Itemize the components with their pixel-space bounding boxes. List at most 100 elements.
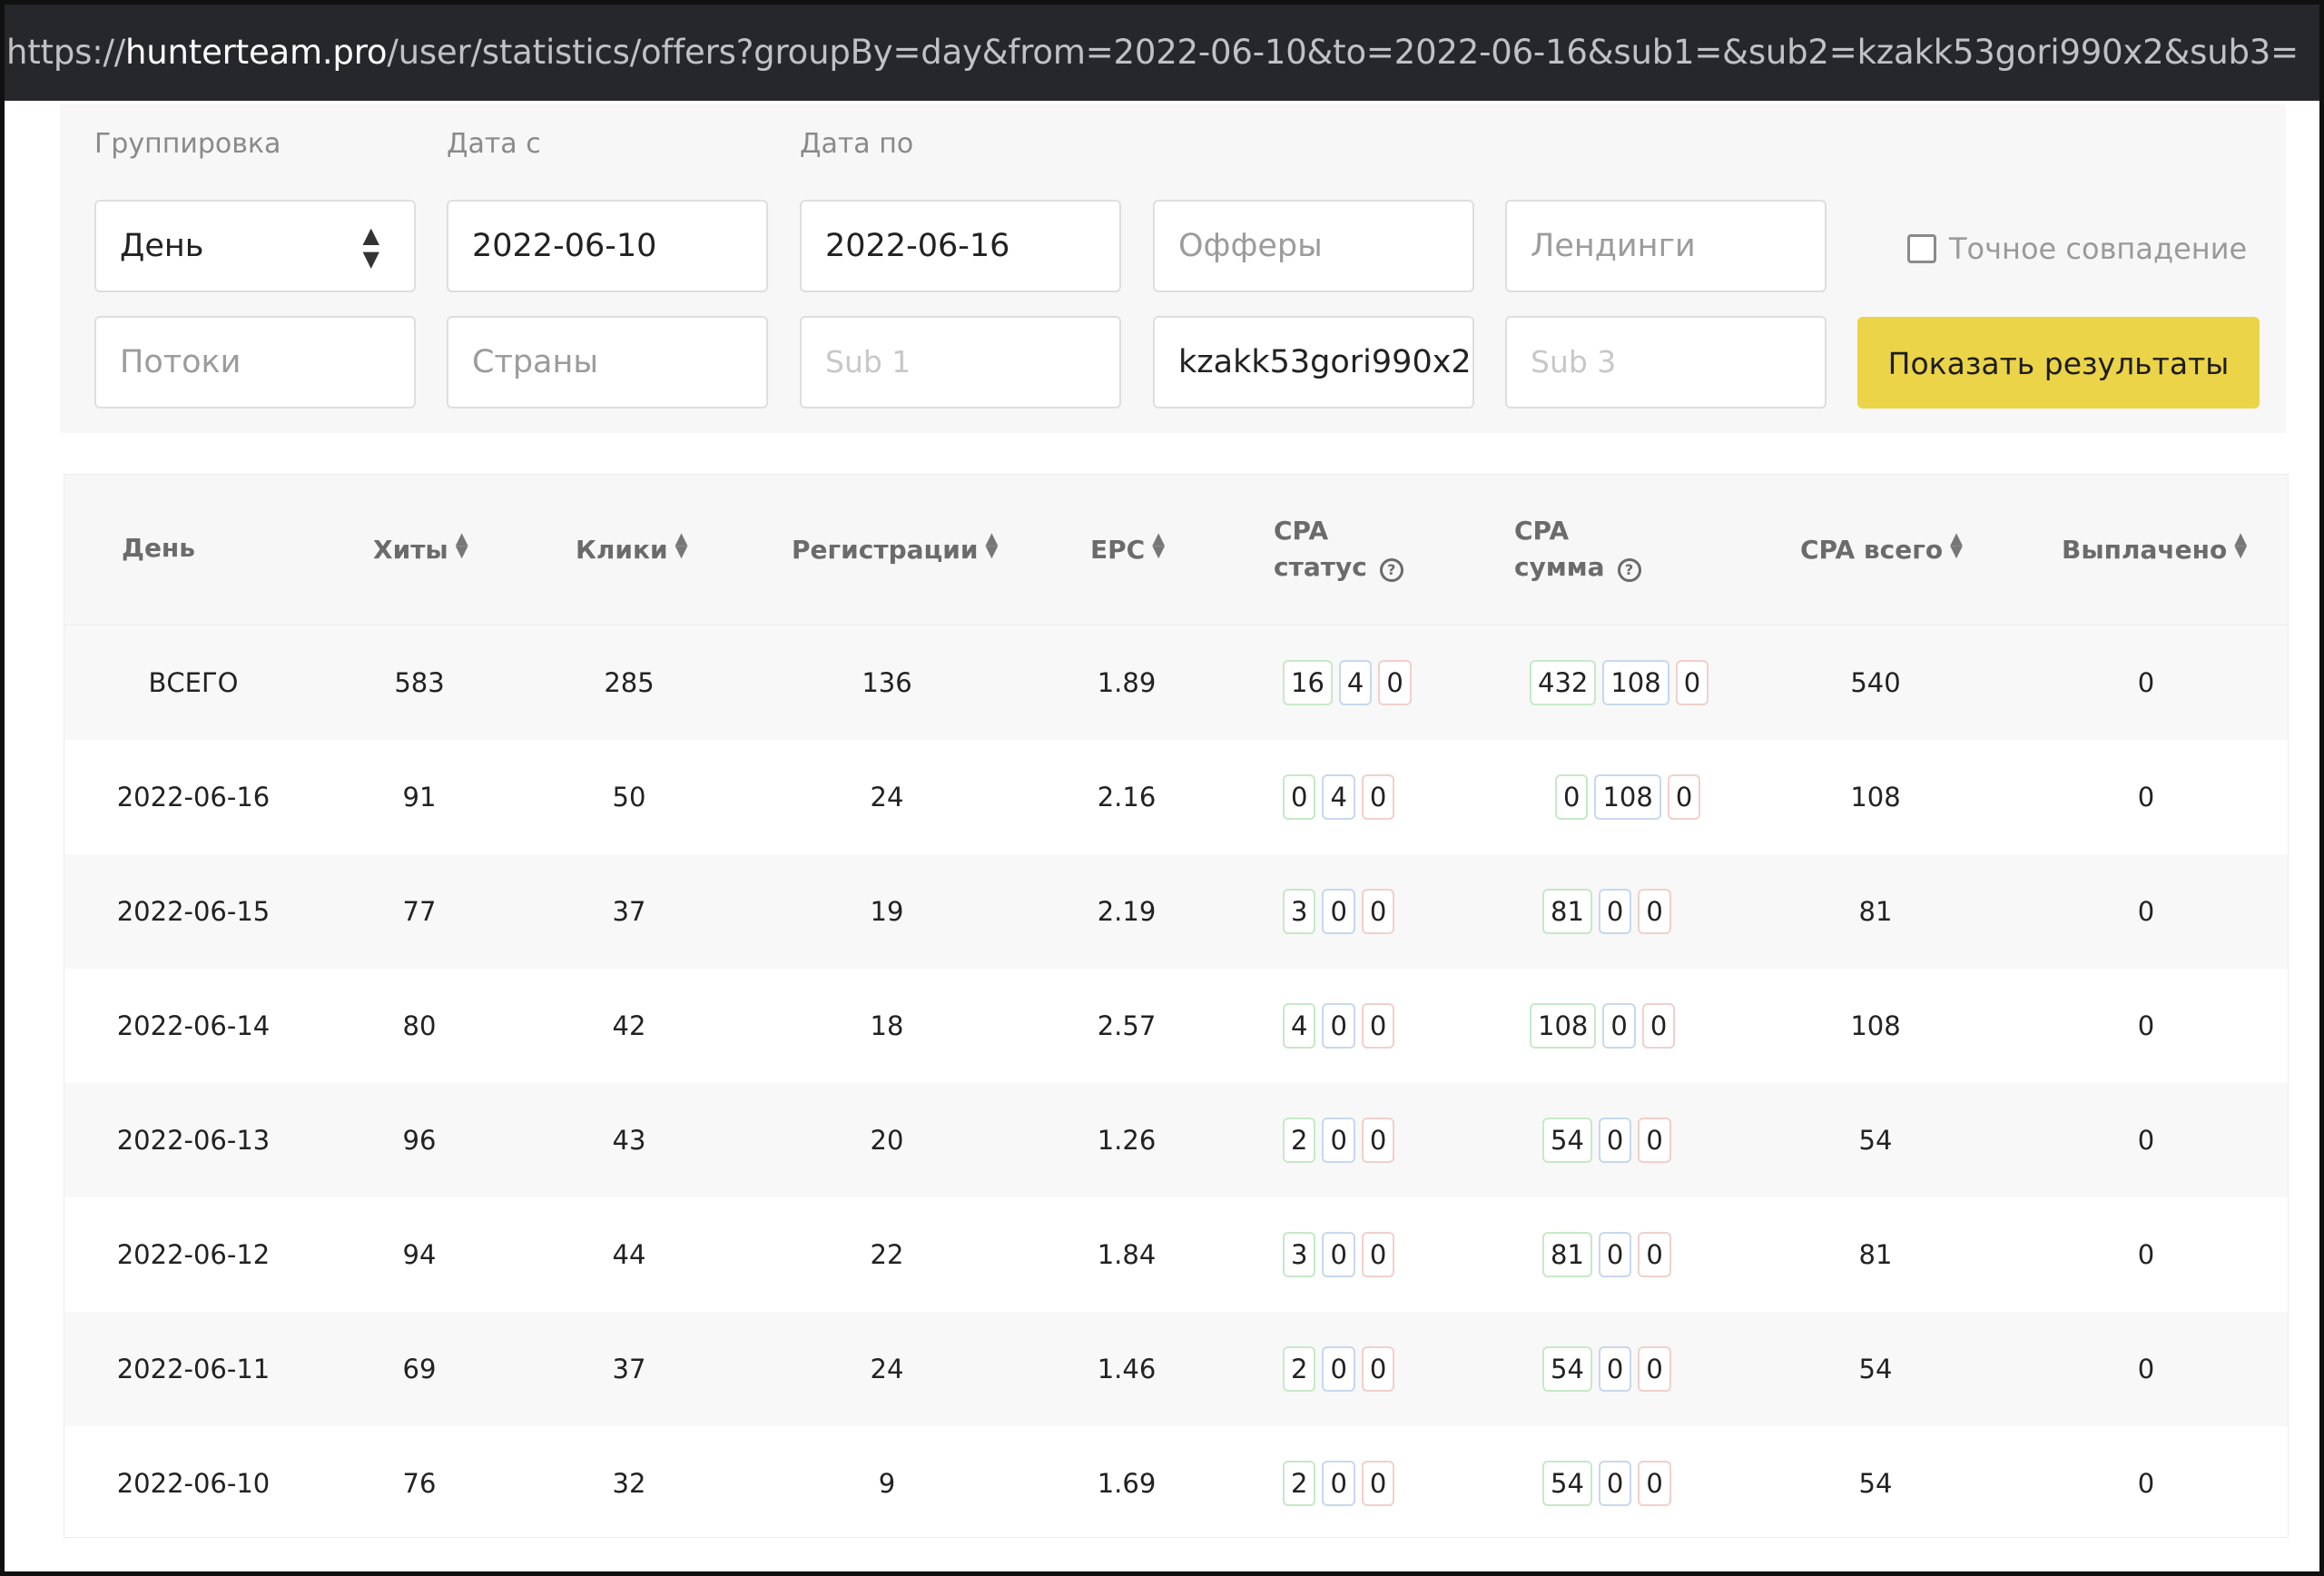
date-to-input[interactable]: 2022-06-16 [800, 200, 1121, 292]
cpa-sum-badge-approved: 81 [1542, 889, 1592, 934]
cell-hits: 77 [402, 896, 437, 927]
grouping-value: День [120, 228, 204, 264]
cell-total: 81 [1858, 896, 1893, 927]
cpa-status-badge-approved: 4 [1283, 1003, 1316, 1049]
cpa-status-badge-pending: 4 [1338, 660, 1373, 705]
cpa-status-badges: 16 4 0 [1283, 660, 1418, 705]
checkbox-icon[interactable] [1907, 234, 1936, 263]
cell-hits: 94 [402, 1239, 437, 1270]
cell-epc: 1.89 [1097, 667, 1157, 698]
cpa-status-badge-pending: 0 [1322, 889, 1355, 934]
cell-epc: 2.57 [1097, 1010, 1157, 1041]
cpa-status-badge-approved: 3 [1283, 1232, 1316, 1277]
cpa-sum-badge-pending: 0 [1598, 1346, 1632, 1392]
header-cpa-total[interactable]: CPA всего ▲ ▼ [1800, 531, 1963, 566]
show-results-button[interactable]: Показать результаты [1857, 317, 2260, 409]
cell-clicks: 32 [612, 1468, 646, 1499]
table-row: 2022-06-12 94 44 22 1.84 81 0 3 0 0 81 0 0 [64, 1197, 2288, 1312]
cell-epc: 1.46 [1097, 1354, 1157, 1384]
sub3-input[interactable]: Sub 3 [1505, 316, 1827, 409]
cpa-sum-badge-approved: 81 [1542, 1232, 1592, 1277]
cell-clicks: 44 [612, 1239, 646, 1270]
sort-icon[interactable]: ▲ ▼ [1950, 531, 1963, 560]
cpa-status-badge-approved: 16 [1283, 660, 1333, 705]
cpa-sum-badges: 432 108 0 [1530, 660, 1715, 705]
url-path: /user/statistics/offers?groupBy=day&from… [387, 33, 2299, 72]
landings-input[interactable]: Лендинги [1505, 200, 1827, 292]
cell-day: ВСЕГО [148, 667, 239, 698]
cell-hits: 91 [402, 782, 437, 813]
cell-day: 2022-06-12 [116, 1239, 271, 1270]
cell-day: 2022-06-15 [116, 896, 271, 927]
cpa-sum-badges: 54 0 0 [1542, 1118, 1678, 1163]
table-row: 2022-06-10 76 32 9 1.69 54 0 2 0 0 54 0 0 [64, 1426, 2288, 1541]
header-paid[interactable]: Выплачено ▲ ▼ [2062, 531, 2247, 566]
header-epc[interactable]: EPC ▲ ▼ [1090, 531, 1165, 566]
cell-clicks: 37 [612, 1354, 646, 1384]
grouping-select[interactable]: День ▲ ▼ [94, 200, 416, 292]
cell-day: 2022-06-13 [116, 1125, 271, 1156]
header-day[interactable]: День [122, 533, 195, 563]
cpa-sum-badges: 108 0 0 [1530, 1003, 1681, 1049]
cell-total: 54 [1858, 1354, 1893, 1384]
cpa-sum-badge-rejected: 0 [1638, 1232, 1671, 1277]
sort-icon[interactable]: ▲ ▼ [456, 531, 468, 560]
cell-paid: 0 [2137, 782, 2155, 813]
cpa-status-badge-approved: 2 [1283, 1118, 1316, 1163]
cpa-status-badge-rejected: 0 [1361, 1003, 1395, 1049]
url-prefix: https:// [6, 33, 126, 72]
exact-match-label: Точное совпадение [1949, 231, 2248, 266]
cpa-status-badge-pending: 0 [1322, 1461, 1355, 1506]
header-clicks[interactable]: Клики ▲ ▼ [576, 531, 688, 566]
sort-icon[interactable]: ▲ ▼ [2234, 531, 2247, 560]
cpa-status-badge-pending: 0 [1322, 1346, 1355, 1392]
sort-icon[interactable]: ▲ ▼ [986, 531, 999, 560]
countries-input[interactable]: Страны [447, 316, 768, 409]
address-bar[interactable]: https://hunterteam.pro/user/statistics/o… [5, 5, 2319, 101]
sub1-input[interactable]: Sub 1 [800, 316, 1121, 409]
header-hits[interactable]: Хиты ▲ ▼ [373, 531, 468, 566]
table-header: День Хиты ▲ ▼ Клики ▲ ▼ Регистрации ▲ ▼ EPC ▲ ▼ … [64, 475, 2288, 625]
help-circle-icon[interactable]: ? [1617, 558, 1641, 582]
help-circle-icon[interactable]: ? [1379, 558, 1403, 582]
cpa-status-badge-approved: 2 [1283, 1346, 1316, 1392]
cell-regs: 24 [870, 782, 904, 813]
cell-regs: 19 [870, 896, 904, 927]
sort-icon[interactable]: ▲ ▼ [1152, 531, 1165, 560]
exact-match-checkbox[interactable]: Точное совпадение [1907, 231, 2247, 266]
select-arrows-icon: ▲ ▼ [362, 222, 379, 271]
cpa-sum-badges: 81 0 0 [1542, 889, 1678, 934]
header-cpa-status: CPA статус? [1274, 513, 1403, 586]
cell-clicks: 37 [612, 896, 646, 927]
offers-input[interactable]: Офферы [1153, 200, 1474, 292]
sort-icon[interactable]: ▲ ▼ [675, 531, 688, 560]
cpa-status-badges: 300 [1283, 889, 1401, 934]
cpa-sum-badge-approved: 54 [1542, 1461, 1592, 1506]
cell-epc: 2.16 [1097, 782, 1157, 813]
cpa-sum-badge-pending: 0 [1598, 1118, 1632, 1163]
cell-total: 108 [1850, 782, 1901, 813]
cpa-sum-badge-approved: 54 [1542, 1346, 1592, 1392]
cell-day: 2022-06-10 [116, 1468, 271, 1499]
cpa-status-badge-pending: 0 [1322, 1003, 1355, 1049]
sub2-input[interactable]: kzakk53gori990x2 [1153, 316, 1474, 409]
cpa-sum-badge-approved: 108 [1530, 1003, 1597, 1049]
cell-paid: 0 [2137, 1468, 2155, 1499]
cpa-sum-badge-pending: 0 [1602, 1003, 1636, 1049]
cpa-sum-badge-pending: 108 [1594, 774, 1661, 820]
cell-total: 540 [1850, 667, 1901, 698]
streams-input[interactable]: Потоки [94, 316, 416, 409]
header-registrations[interactable]: Регистрации ▲ ▼ [792, 531, 999, 566]
cell-regs: 18 [870, 1010, 904, 1041]
cpa-status-badge-pending: 4 [1322, 774, 1355, 820]
cell-hits: 80 [402, 1010, 437, 1041]
cell-paid: 0 [2137, 896, 2155, 927]
date-from-input[interactable]: 2022-06-10 [447, 200, 768, 292]
cpa-status-badge-rejected: 0 [1378, 660, 1412, 705]
date-to-label: Дата по [800, 128, 914, 160]
cpa-sum-badge-rejected: 0 [1638, 1461, 1671, 1506]
cell-hits: 76 [402, 1468, 437, 1499]
header-paid-label: Выплачено [2062, 535, 2228, 565]
cell-hits: 583 [394, 667, 445, 698]
cpa-sum-badge-pending: 0 [1598, 889, 1632, 934]
